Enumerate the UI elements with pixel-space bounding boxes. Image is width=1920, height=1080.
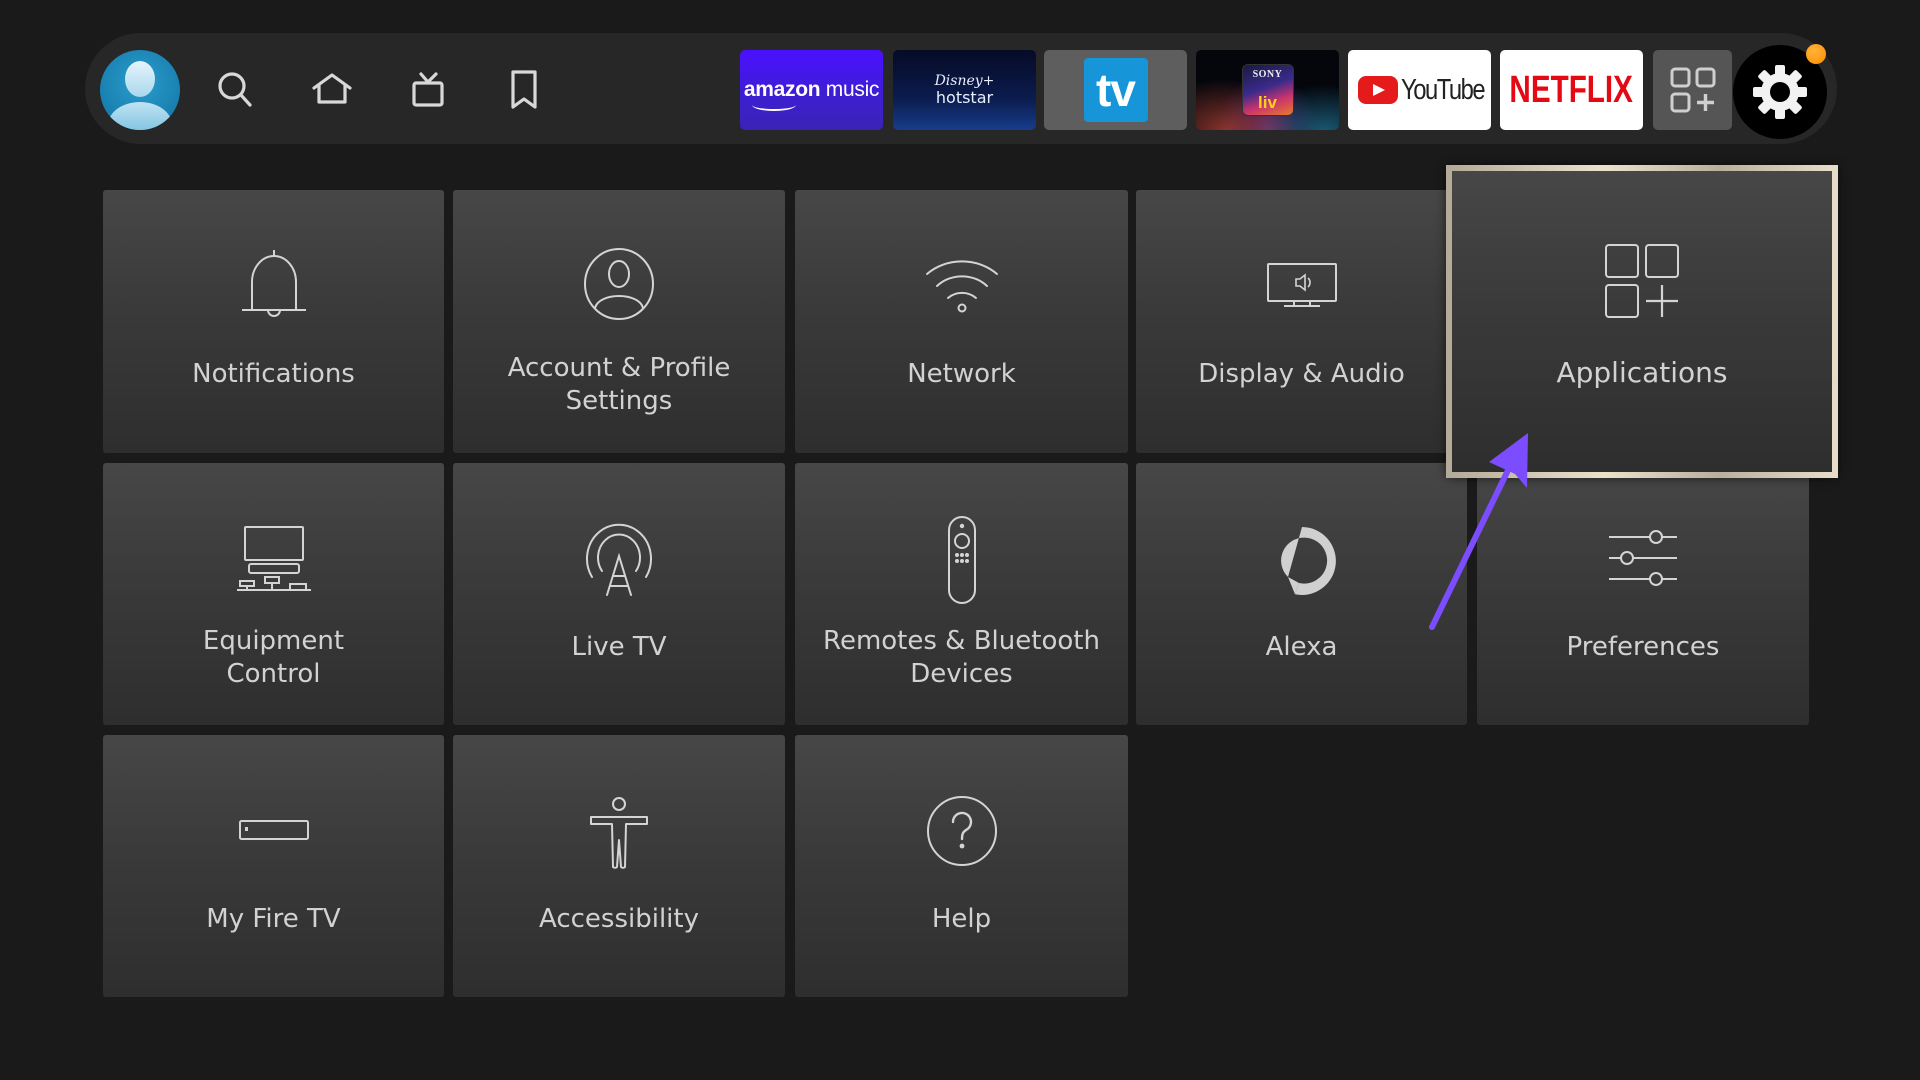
youtube-play-icon [1358, 76, 1398, 104]
app-tv[interactable]: tv [1044, 50, 1187, 130]
profile-avatar[interactable] [100, 50, 180, 130]
tile-my-fire-tv[interactable]: My Fire TV [103, 735, 444, 997]
amazon-music-logo: amazon music [744, 78, 879, 111]
tile-help[interactable]: Help [795, 735, 1128, 997]
tile-label-line2: Devices [910, 659, 1013, 689]
tile-icon-wrap [795, 515, 1128, 605]
tile-label: Network [907, 359, 1016, 389]
liv-text: liv [1258, 93, 1277, 112]
tile-icon-wrap [1452, 243, 1832, 319]
alexa-icon [1280, 527, 1336, 595]
app-disney-hotstar[interactable]: Disney+ hotstar [893, 50, 1036, 130]
tile-icon-wrap [453, 248, 785, 320]
notification-dot [1806, 44, 1826, 64]
tile-icon-wrap [103, 248, 444, 320]
hotstar-logo-text: hotstar [935, 87, 994, 107]
accessibility-icon [590, 797, 648, 869]
tile-equipment-control[interactable]: Equipment Control [103, 463, 444, 725]
disney-logo-text: Disney+ [934, 72, 995, 89]
sliders-icon [1609, 530, 1677, 586]
tile-notifications[interactable]: Notifications [103, 190, 444, 453]
sony-text: SONY [1252, 69, 1283, 80]
search-icon [218, 72, 252, 107]
remote-icon [947, 516, 976, 604]
account-icon [584, 248, 654, 320]
tile-icon-wrap [795, 795, 1128, 867]
tile-icon-wrap [103, 819, 444, 841]
tile-label-line1: Equipment [202, 626, 345, 656]
home-button[interactable] [308, 66, 356, 114]
tile-label: Preferences [1566, 632, 1720, 662]
tile-label: Notifications [192, 359, 355, 389]
tile-label-line1: Account & Profile [507, 353, 731, 383]
wifi-icon [925, 260, 998, 313]
tile-label: Applications [1556, 356, 1728, 389]
tile-account-profile-settings[interactable]: Account & Profile Settings [453, 190, 785, 453]
tile-label: Display & Audio [1198, 359, 1405, 389]
tile-remotes-bluetooth-devices[interactable]: Remotes & Bluetooth Devices [795, 463, 1128, 725]
applications-icon [1605, 244, 1679, 318]
avatar-body [108, 102, 172, 130]
sonyliv-logo: SONY liv [1241, 64, 1294, 116]
tv-app-logo: tv [1083, 58, 1148, 122]
tile-accessibility[interactable]: Accessibility [453, 735, 785, 997]
app-amazon-music[interactable]: amazon music [740, 50, 883, 130]
equipment-icon [236, 526, 311, 591]
tile-icon-wrap [1136, 525, 1467, 597]
youtube-logo-text: YouTube [1401, 73, 1486, 106]
search-button[interactable] [211, 66, 259, 114]
tile-icon-wrap [795, 252, 1128, 316]
tile-label: My Fire TV [206, 904, 341, 934]
tile-preferences[interactable]: Preferences [1477, 463, 1809, 725]
live-tv-icon [412, 72, 444, 107]
netflix-logo-text: NETFLIX [1509, 68, 1634, 111]
watchlist-button[interactable] [500, 66, 548, 114]
antenna-icon [586, 523, 652, 596]
bell-icon [241, 250, 306, 317]
display-audio-icon [1266, 263, 1337, 307]
tile-icon-wrap [103, 525, 444, 593]
help-icon [926, 796, 997, 866]
tile-label-line1: Remotes & Bluetooth [823, 626, 1100, 656]
tile-icon-wrap [1136, 262, 1467, 310]
gear-icon [1753, 65, 1807, 119]
live-tv-button[interactable] [404, 66, 452, 114]
app-youtube[interactable]: YouTube [1348, 50, 1491, 130]
tile-live-tv[interactable]: Live TV [453, 463, 785, 725]
tile-label: Live TV [571, 632, 667, 662]
tile-display-audio[interactable]: Display & Audio [1136, 190, 1467, 453]
apps-grid-plus-icon [1670, 67, 1715, 113]
bookmark-icon [511, 70, 537, 109]
app-netflix[interactable]: NETFLIX [1500, 50, 1643, 130]
tile-icon-wrap [453, 521, 785, 599]
tile-applications[interactable]: Applications [1446, 165, 1838, 478]
tile-icon-wrap [1477, 529, 1809, 589]
tile-network[interactable]: Network [795, 190, 1128, 453]
tile-label: Alexa [1265, 632, 1338, 662]
tile-label-line2: Settings [565, 386, 673, 416]
app-sonyliv[interactable]: SONY liv [1196, 50, 1339, 130]
tile-label: Help [931, 904, 992, 934]
tile-label-line2: Control [226, 659, 321, 689]
fire-tv-device-icon [238, 820, 309, 840]
tile-icon-wrap [453, 795, 785, 871]
all-apps-button[interactable] [1653, 50, 1732, 130]
home-icon [312, 73, 352, 104]
tile-label: Accessibility [539, 904, 699, 934]
tile-alexa[interactable]: Alexa [1136, 463, 1467, 725]
avatar-head [125, 61, 155, 97]
